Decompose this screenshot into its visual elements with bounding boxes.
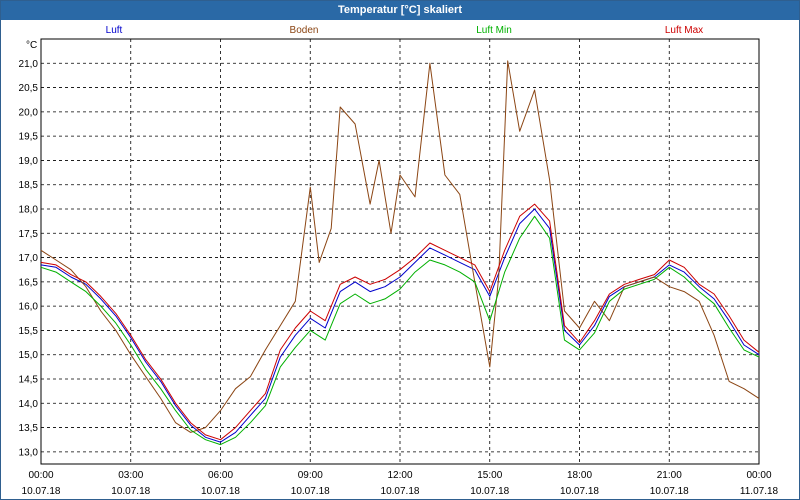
y-axis-unit: °C bbox=[26, 40, 37, 51]
x-tick-time: 00:00 bbox=[746, 470, 771, 481]
x-tick-date: 11.07.18 bbox=[740, 486, 779, 497]
x-tick-time: 03:00 bbox=[118, 470, 143, 481]
temperature-line-chart: 13,0 13,5 14,0 14,5 15,0 15,5 16,0 16,5 17,0 17,5… bbox=[19, 38, 779, 497]
y-tick-label: 18,0 bbox=[19, 205, 39, 216]
x-tick-time: 09:00 bbox=[298, 470, 323, 481]
chart-window: Temperatur [°C] skaliert Luft Boden Luft… bbox=[0, 0, 800, 500]
x-tick-time: 15:00 bbox=[477, 470, 502, 481]
y-tick-label: 15,5 bbox=[19, 326, 39, 337]
y-tick-label: 19,0 bbox=[19, 156, 39, 167]
x-tick-time: 06:00 bbox=[208, 470, 233, 481]
y-tick-label: 13,5 bbox=[19, 423, 39, 434]
x-tick-time: 00:00 bbox=[28, 470, 53, 481]
y-tick-label: 14,0 bbox=[19, 399, 39, 410]
x-tick-date: 10.07.18 bbox=[560, 486, 599, 497]
y-tick-label: 20,5 bbox=[19, 83, 39, 94]
y-tick-label: 21,0 bbox=[19, 59, 39, 70]
x-tick-date: 10.07.18 bbox=[201, 486, 240, 497]
x-tick-date: 10.07.18 bbox=[381, 486, 420, 497]
y-tick-label: 17,0 bbox=[19, 253, 39, 264]
x-tick-time: 18:00 bbox=[567, 470, 592, 481]
x-tick-date: 10.07.18 bbox=[650, 486, 689, 497]
x-tick-time: 12:00 bbox=[387, 470, 412, 481]
y-tick-label: 20,0 bbox=[19, 107, 39, 118]
y-tick-label: 13,0 bbox=[19, 447, 39, 458]
y-tick-label: 15,0 bbox=[19, 350, 39, 361]
y-tick-label: 16,0 bbox=[19, 302, 39, 313]
y-tick-label: 18,5 bbox=[19, 180, 39, 191]
y-tick-label: 14,5 bbox=[19, 375, 39, 386]
y-tick-label: 19,5 bbox=[19, 132, 39, 143]
y-tick-label: 16,5 bbox=[19, 277, 39, 288]
x-tick-date: 10.07.18 bbox=[291, 486, 330, 497]
x-tick-date: 10.07.18 bbox=[111, 486, 150, 497]
x-tick-date: 10.07.18 bbox=[22, 486, 61, 497]
x-tick-time: 21:00 bbox=[657, 470, 682, 481]
y-tick-label: 17,5 bbox=[19, 229, 39, 240]
x-tick-date: 10.07.18 bbox=[470, 486, 509, 497]
